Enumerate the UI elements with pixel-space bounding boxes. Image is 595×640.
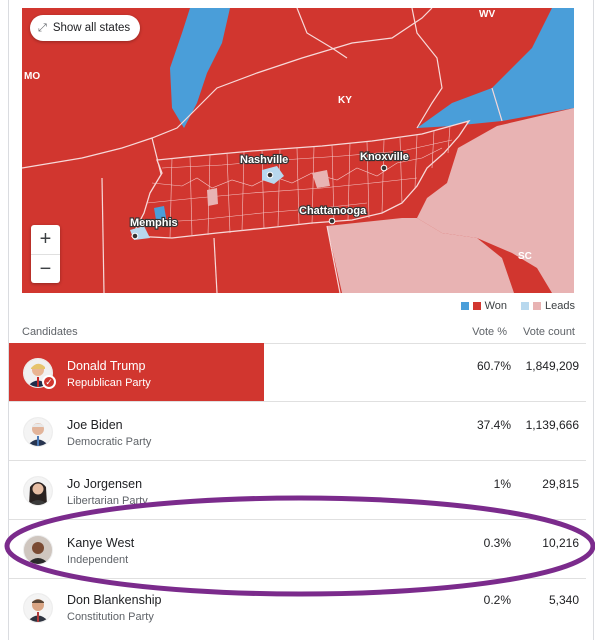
leads-blue-swatch <box>521 302 530 310</box>
vote-count: 1,849,209 <box>525 359 579 373</box>
vote-percent: 60.7% <box>476 359 511 373</box>
table-row[interactable]: Don Blankenship Constitution Party 0.2% … <box>9 579 586 637</box>
map-legend: Won Leads <box>460 300 575 312</box>
show-all-states-button[interactable]: ⤢ Show all states <box>30 15 141 41</box>
winner-check-icon: ✓ <box>42 375 56 389</box>
state-label-sc: SC <box>518 251 532 262</box>
candidate-party: Constitution Party <box>67 611 154 623</box>
results-table-header: Candidates Vote % Vote count <box>22 326 575 338</box>
table-row[interactable]: Kanye West Independent 0.3% 10,216 <box>9 520 586 578</box>
legend-leads-label: Leads <box>545 300 575 312</box>
state-label-mo: MO <box>24 71 40 82</box>
candidate-name: Joe Biden <box>67 418 123 432</box>
table-row[interactable]: ✓ Donald Trump Republican Party 60.7% 1,… <box>9 343 586 401</box>
avatar <box>23 593 53 623</box>
vote-count: 5,340 <box>548 593 579 607</box>
candidate-name: Kanye West <box>67 536 135 550</box>
vote-count: 1,139,666 <box>525 418 579 432</box>
expand-icon: ⤢ <box>38 21 47 34</box>
state-label-ky: KY <box>338 95 352 106</box>
city-label-memphis: Memphis <box>130 217 178 229</box>
leads-red-swatch <box>533 302 542 310</box>
avatar <box>23 417 53 447</box>
candidate-party: Republican Party <box>67 377 151 389</box>
county-leads-1[interactable] <box>207 188 218 206</box>
avatar <box>23 535 53 565</box>
candidate-name: Don Blankenship <box>67 593 162 607</box>
vote-percent: 1% <box>493 477 511 491</box>
candidate-name: Donald Trump <box>67 359 146 373</box>
candidate-party: Independent <box>67 554 129 566</box>
zoom-controls: + − <box>31 225 60 283</box>
candidate-name: Jo Jorgensen <box>67 477 143 491</box>
zoom-in-button[interactable]: + <box>31 225 60 255</box>
table-row[interactable]: Joe Biden Democratic Party 37.4% 1,139,6… <box>9 402 586 460</box>
won-red-swatch <box>472 302 481 310</box>
vote-percent: 0.2% <box>483 593 511 607</box>
candidate-party: Libertarian Party <box>67 495 148 507</box>
vote-percent: 0.3% <box>483 536 511 550</box>
table-row[interactable]: Jo Jorgensen Libertarian Party 1% 29,815 <box>9 461 586 519</box>
header-candidates: Candidates <box>22 326 78 338</box>
avatar <box>23 476 53 506</box>
vote-count: 29,815 <box>542 477 579 491</box>
map-svg[interactable]: Nashville Knoxville Memphis Chattanooga … <box>22 8 574 293</box>
city-label-nashville: Nashville <box>240 154 288 166</box>
zoom-out-button[interactable]: − <box>31 255 60 284</box>
vote-count: 10,216 <box>542 536 579 550</box>
header-vote-pct: Vote % <box>472 326 507 338</box>
show-all-states-label: Show all states <box>52 22 131 34</box>
state-label-wv: WV <box>479 9 495 20</box>
won-blue-swatch <box>460 302 469 310</box>
candidate-party: Democratic Party <box>67 436 152 448</box>
vote-percent: 37.4% <box>476 418 511 432</box>
election-map[interactable]: Nashville Knoxville Memphis Chattanooga … <box>22 8 574 293</box>
legend-won-label: Won <box>484 300 508 312</box>
city-label-knoxville: Knoxville <box>360 151 409 163</box>
city-label-chattanooga: Chattanooga <box>299 205 367 217</box>
header-vote-count: Vote count <box>523 326 575 338</box>
